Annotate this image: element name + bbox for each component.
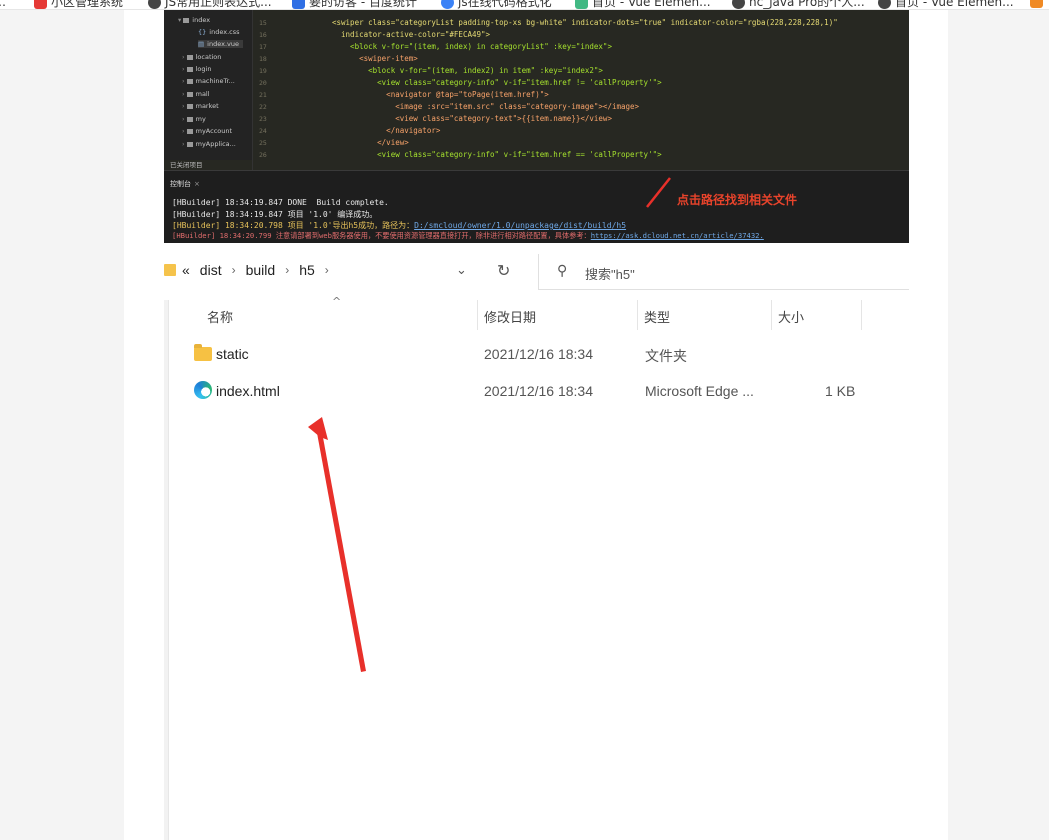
small-arrow-icon — [646, 177, 671, 208]
annotation-arrows — [308, 177, 671, 672]
big-arrow-icon — [308, 417, 366, 672]
